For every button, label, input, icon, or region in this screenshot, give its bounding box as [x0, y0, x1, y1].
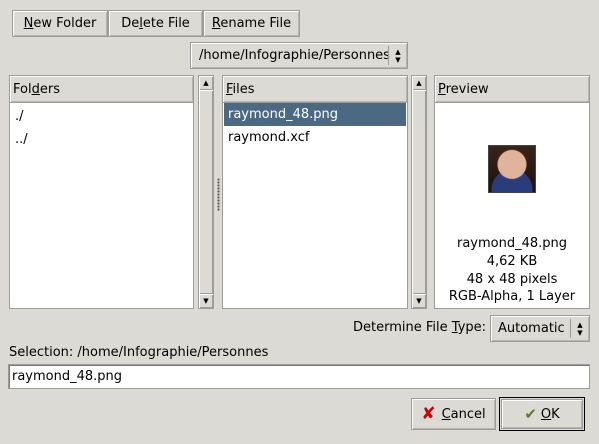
- scroll-up-icon[interactable]: ▲: [412, 76, 426, 90]
- combo-arrows-icon: ▲ ▼: [395, 47, 401, 64]
- new-folder-button[interactable]: New Folder: [12, 10, 108, 37]
- ok-button[interactable]: ✔ OK: [499, 397, 585, 431]
- delete-file-label: Delete File: [121, 16, 190, 31]
- files-panel: Files raymond_48.png raymond.xcf: [222, 75, 408, 309]
- folders-scrollbar[interactable]: ▲ ▼: [198, 75, 214, 309]
- file-type-value: Automatic: [498, 321, 565, 336]
- scroll-down-icon[interactable]: ▼: [199, 294, 213, 308]
- preview-size: 4,62 KB: [486, 254, 538, 269]
- cancel-label: Cancel: [441, 406, 486, 422]
- path-combo[interactable]: /home/Infographie/Personnes ▲ ▼: [190, 42, 408, 69]
- combo-arrows-icon: ▲ ▼: [577, 320, 583, 337]
- selection-input[interactable]: raymond_48.png: [8, 364, 590, 389]
- rename-file-button[interactable]: Rename File: [203, 10, 300, 37]
- cross-icon: ✘: [421, 404, 436, 424]
- preview-thumbnail: [488, 145, 536, 193]
- folders-panel: Folders ./ ../: [9, 75, 194, 309]
- preview-header: Preview: [435, 76, 589, 103]
- scrollbar-thumb[interactable]: [412, 90, 426, 294]
- preview-format: RGB-Alpha, 1 Layer: [448, 289, 576, 304]
- preview-filename: raymond_48.png: [456, 236, 568, 251]
- new-folder-label: New Folder: [23, 16, 97, 31]
- delete-file-button[interactable]: Delete File: [108, 10, 203, 37]
- file-item[interactable]: raymond.xcf: [224, 126, 406, 149]
- selection-label: Selection: /home/Infographie/Personnes: [9, 345, 269, 360]
- scrollbar-thumb[interactable]: [199, 90, 213, 294]
- ok-label: OK: [540, 406, 560, 422]
- folders-header[interactable]: Folders: [10, 76, 193, 103]
- cancel-button[interactable]: ✘ Cancel: [411, 398, 496, 430]
- scroll-down-icon[interactable]: ▼: [412, 294, 426, 308]
- files-scrollbar[interactable]: ▲ ▼: [411, 75, 427, 309]
- checkmark-hand-icon: ✔: [524, 405, 537, 423]
- path-combo-value: /home/Infographie/Personnes: [199, 48, 390, 63]
- pane-grip-handle[interactable]: [217, 178, 220, 211]
- file-type-label: Determine File Type:: [353, 320, 487, 335]
- files-header[interactable]: Files: [223, 76, 407, 103]
- file-type-combo[interactable]: Automatic ▲ ▼: [490, 315, 590, 342]
- file-item-selected[interactable]: raymond_48.png: [224, 103, 406, 126]
- folder-item[interactable]: ./: [11, 105, 192, 128]
- folder-item[interactable]: ../: [11, 128, 192, 151]
- scroll-up-icon[interactable]: ▲: [199, 76, 213, 90]
- preview-panel: Preview raymond_48.png 4,62 KB 48 x 48 p…: [434, 75, 590, 309]
- preview-dimensions: 48 x 48 pixels: [466, 272, 558, 287]
- rename-file-label: Rename File: [211, 16, 292, 31]
